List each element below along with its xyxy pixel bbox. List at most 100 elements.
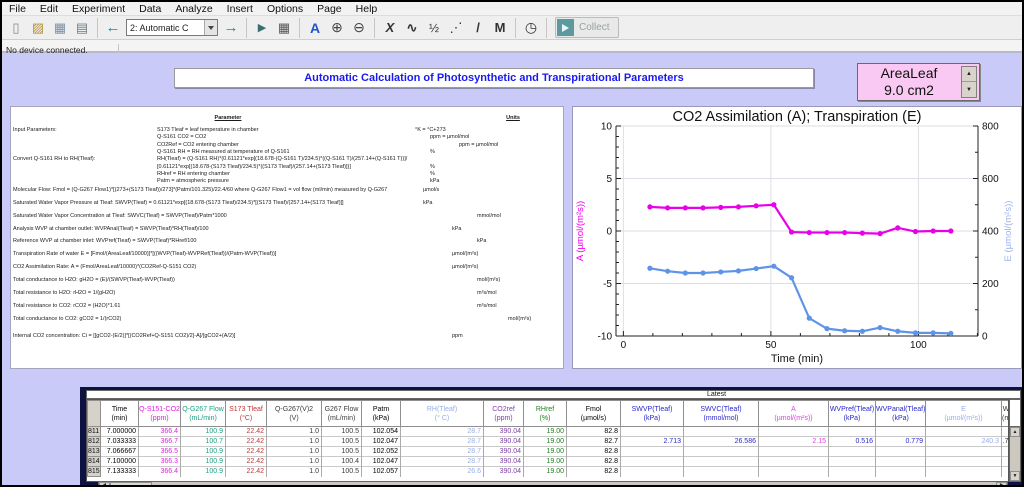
menu-item-experiment[interactable]: Experiment xyxy=(65,2,132,16)
column-header-q-s151-co2[interactable]: Q-S151-CO2(ppm) xyxy=(139,401,181,427)
table-cell[interactable]: 102.052 xyxy=(362,447,401,457)
table-cell[interactable]: 82.8 xyxy=(567,427,621,437)
next-page-icon[interactable]: → xyxy=(221,18,241,38)
table-cell[interactable] xyxy=(684,457,759,467)
column-header-w[interactable]: W(m xyxy=(1002,401,1010,427)
table-cell[interactable]: 366.4 xyxy=(139,427,181,437)
linear-fit-icon[interactable]: / xyxy=(468,18,488,38)
table-cell[interactable]: 1.0 xyxy=(267,457,322,467)
column-header-patm[interactable]: Patm(kPa) xyxy=(362,401,401,427)
table-cell[interactable]: 82.7 xyxy=(567,437,621,447)
table-cell[interactable]: 28.7 xyxy=(401,447,484,457)
table-cell[interactable]: 7.100000 xyxy=(101,457,139,467)
table-cell[interactable]: 366.4 xyxy=(139,467,181,477)
zoom-in-icon[interactable]: ⊕ xyxy=(327,18,347,38)
column-header-e[interactable]: E(µmol/(m²s)) xyxy=(926,401,1002,427)
table-cell[interactable] xyxy=(1002,447,1010,457)
column-header-co2ref[interactable]: CO2ref(ppm) xyxy=(484,401,524,427)
table-cell[interactable]: 100.9 xyxy=(181,427,226,437)
table-cell[interactable]: .7 xyxy=(1002,437,1010,447)
table-cell[interactable]: 102.054 xyxy=(362,427,401,437)
table-cell[interactable]: 100.9 xyxy=(181,457,226,467)
row-number[interactable]: 815 xyxy=(88,467,101,477)
table-cell[interactable]: 100.5 xyxy=(322,437,362,447)
table-cell[interactable]: 100.5 xyxy=(322,427,362,437)
table-cell[interactable]: 22.42 xyxy=(226,447,267,457)
column-header-a[interactable]: A(µmol/(m²s)) xyxy=(759,401,829,427)
table-cell[interactable]: 390.04 xyxy=(484,437,524,447)
curve-fit-icon[interactable]: M xyxy=(490,18,510,38)
table-cell[interactable]: 19.00 xyxy=(524,447,567,457)
table-cell[interactable]: 102.047 xyxy=(362,437,401,447)
table-cell[interactable]: 100.4 xyxy=(322,457,362,467)
table-cell[interactable]: 100.9 xyxy=(181,467,226,477)
row-number[interactable]: 811 xyxy=(88,427,101,437)
arealeaf-parameter-control[interactable]: AreaLeaf 9.0 cm2 ▲ ▼ xyxy=(857,63,980,101)
column-header-rhref[interactable]: RHref(%) xyxy=(524,401,567,427)
row-number[interactable]: 813 xyxy=(88,447,101,457)
table-cell[interactable] xyxy=(759,467,829,477)
clock-icon[interactable]: ◷ xyxy=(521,18,541,38)
tangent-icon[interactable]: ∿ xyxy=(402,18,422,38)
column-header-rh-tleaf-[interactable]: RH(Tleaf)(° C) xyxy=(401,401,484,427)
table-cell[interactable]: 7.066667 xyxy=(101,447,139,457)
table-cell[interactable]: 7.133333 xyxy=(101,467,139,477)
scroll-down-icon[interactable]: ▼ xyxy=(1010,471,1020,481)
collect-button[interactable]: Collect xyxy=(555,17,619,38)
table-cell[interactable] xyxy=(876,467,926,477)
table-cell[interactable] xyxy=(1002,457,1010,467)
column-header-wvpanal-tleaf-[interactable]: WVPanal(Tleaf)(kPa) xyxy=(876,401,926,427)
table-cell[interactable] xyxy=(621,467,684,477)
table-cell[interactable]: 28.7 xyxy=(401,457,484,467)
column-header-fmol[interactable]: Fmol(µmol/s) xyxy=(567,401,621,427)
scrollbar-thumb[interactable] xyxy=(110,482,152,487)
table-cell[interactable] xyxy=(684,467,759,477)
table-cell[interactable]: 22.42 xyxy=(226,427,267,437)
menu-item-page[interactable]: Page xyxy=(310,2,349,16)
menu-item-edit[interactable]: Edit xyxy=(33,2,65,16)
table-cell[interactable] xyxy=(829,467,876,477)
table-cell[interactable]: 28.7 xyxy=(401,437,484,447)
table-cell[interactable] xyxy=(829,447,876,457)
table-cell[interactable]: 100.5 xyxy=(322,467,362,477)
table-cell[interactable]: 2.713 xyxy=(621,437,684,447)
column-header-q-g267-flow[interactable]: Q-G267 Flow(mL/min) xyxy=(181,401,226,427)
calculator-icon[interactable]: ▦ xyxy=(274,18,294,38)
table-cell[interactable]: 7.033333 xyxy=(101,437,139,447)
table-cell[interactable]: 240.3 xyxy=(926,437,1002,447)
row-number[interactable]: 812 xyxy=(88,437,101,447)
table-cell[interactable]: 2.15 xyxy=(759,437,829,447)
menu-item-help[interactable]: Help xyxy=(349,2,385,16)
open-icon[interactable]: ▨ xyxy=(28,18,48,38)
half-icon[interactable]: ½ xyxy=(424,18,444,38)
table-cell[interactable]: 26.6 xyxy=(401,467,484,477)
table-cell[interactable] xyxy=(876,447,926,457)
table-cell[interactable]: 1.0 xyxy=(267,467,322,477)
spinner-up-button[interactable]: ▲ xyxy=(962,67,976,82)
table-cell[interactable]: 390.04 xyxy=(484,427,524,437)
table-cell[interactable] xyxy=(621,447,684,457)
table-cell[interactable]: 366.5 xyxy=(139,447,181,457)
scroll-up-icon[interactable]: ▲ xyxy=(1010,427,1020,437)
table-cell[interactable] xyxy=(926,427,1002,437)
table-cell[interactable] xyxy=(684,447,759,457)
table-cell[interactable]: 390.04 xyxy=(484,467,524,477)
zoom-out-icon[interactable]: ⊖ xyxy=(349,18,369,38)
table-cell[interactable] xyxy=(926,457,1002,467)
table-cell[interactable]: 19.00 xyxy=(524,457,567,467)
table-cell[interactable] xyxy=(1002,427,1010,437)
scroll-right-icon[interactable]: ► xyxy=(996,482,1007,487)
text-annotation-icon[interactable]: A xyxy=(305,18,325,38)
table-cell[interactable]: 100.7 xyxy=(181,437,226,447)
prev-page-icon[interactable]: ← xyxy=(103,18,123,38)
table-cell[interactable] xyxy=(876,457,926,467)
table-cell[interactable]: 102.047 xyxy=(362,457,401,467)
table-cell[interactable]: 26.586 xyxy=(684,437,759,447)
menu-item-data[interactable]: Data xyxy=(132,2,168,16)
print-icon[interactable]: ▤ xyxy=(72,18,92,38)
column-header-q-g267-v-2[interactable]: Q-G267(V)2(V) xyxy=(267,401,322,427)
table-cell[interactable] xyxy=(759,427,829,437)
table-cell[interactable]: 82.8 xyxy=(567,467,621,477)
new-icon[interactable]: ▯ xyxy=(6,18,26,38)
table-cell[interactable]: 22.42 xyxy=(226,437,267,447)
